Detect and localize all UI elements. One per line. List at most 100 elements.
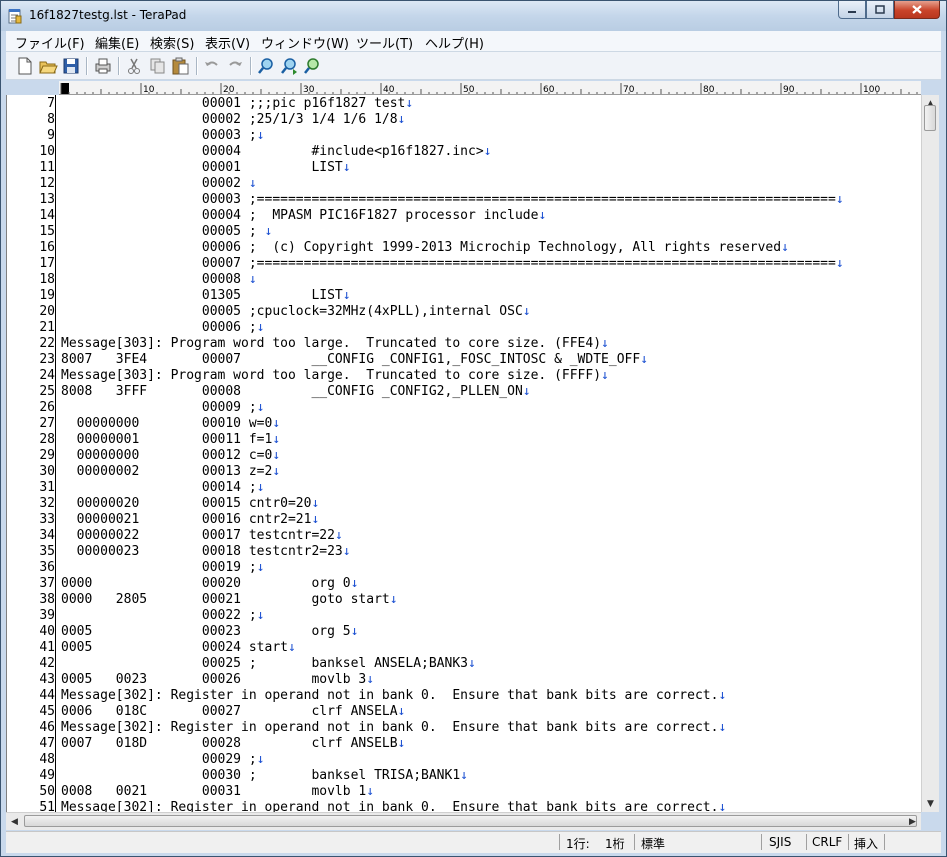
newline-mark: ↓ — [256, 480, 265, 495]
undo-icon[interactable] — [202, 56, 222, 76]
editor-line[interactable]: 31 00014 ;↓ — [7, 480, 921, 496]
vertical-scroll-thumb[interactable] — [924, 105, 936, 131]
editor-line[interactable]: 7 00001 ;;;pic p16f1827 test↓ — [7, 96, 921, 112]
open-folder-icon[interactable] — [38, 56, 58, 76]
editor-line[interactable]: 38 0000 2805 00021 goto start↓ — [7, 592, 921, 608]
editor-line[interactable]: 21 00006 ;↓ — [7, 320, 921, 336]
scroll-left-icon[interactable]: ◀ — [6, 813, 23, 830]
newline-mark: ↓ — [334, 528, 343, 543]
editor-line[interactable]: 51 Message[302]: Register in operand not … — [7, 800, 921, 812]
toolbar-separator — [86, 57, 88, 75]
editor-line[interactable]: 28 00000001 00011 f=1↓ — [7, 432, 921, 448]
line-number: 34 — [39, 528, 55, 543]
editor-line[interactable]: 36 00019 ;↓ — [7, 560, 921, 576]
line-text: Message[302]: Register in operand not in… — [61, 720, 726, 736]
editor-line[interactable]: 27 00000000 00010 w=0↓ — [7, 416, 921, 432]
find-next-icon[interactable] — [279, 56, 299, 76]
editor-line[interactable]: 10 00004 #include<p16f1827.inc>↓ — [7, 144, 921, 160]
menu-edit[interactable]: 編集(E) — [95, 33, 139, 52]
ruler-label: 90 — [783, 85, 795, 95]
editor-line[interactable]: 23 8007 3FE4 00007 __CONFIG _CONFIG1,_FOS… — [7, 352, 921, 368]
horizontal-scroll-thumb[interactable] — [24, 815, 917, 827]
cut-icon[interactable] — [124, 56, 144, 76]
status-mode: 標準 — [641, 837, 666, 851]
newline-mark: ↓ — [718, 720, 727, 735]
save-icon[interactable] — [61, 56, 81, 76]
editor-line[interactable]: 49 00030 ; banksel TRISA;BANK1↓ — [7, 768, 921, 784]
newline-mark: ↓ — [350, 624, 359, 639]
line-content: 0000 00020 org 0 — [61, 576, 351, 591]
editor-line[interactable]: 30 00000002 00013 z=2↓ — [7, 464, 921, 480]
newline-mark: ↓ — [342, 160, 351, 175]
editor-line[interactable]: 13 00003 ;==============================… — [7, 192, 921, 208]
editor-line[interactable]: 12 00002 ↓ — [7, 176, 921, 192]
new-file-icon[interactable] — [15, 56, 35, 76]
newline-mark: ↓ — [342, 544, 351, 559]
editor-line[interactable]: 15 00005 ; ↓ — [7, 224, 921, 240]
menu-help[interactable]: ヘルプ(H) — [425, 33, 484, 52]
editor-line[interactable]: 35 00000023 00018 testcntr2=23↓ — [7, 544, 921, 560]
editor-line[interactable]: 32 00000020 00015 cntr0=20↓ — [7, 496, 921, 512]
line-number: 18 — [39, 272, 55, 287]
close-button[interactable] — [894, 1, 940, 19]
editor-line[interactable]: 43 0005 0023 00026 movlb 3↓ — [7, 672, 921, 688]
menu-file[interactable]: ファイル(F) — [15, 33, 85, 52]
editor-line[interactable]: 16 00006 ; (c) Copyright 1999-2013 Micro… — [7, 240, 921, 256]
print-icon[interactable] — [93, 56, 113, 76]
replace-icon[interactable] — [302, 56, 322, 76]
editor-line[interactable]: 33 00000021 00016 cntr2=21↓ — [7, 512, 921, 528]
line-number: 45 — [39, 704, 55, 719]
ruler-label: 40 — [383, 85, 395, 95]
editor-line[interactable]: 41 0005 00024 start↓ — [7, 640, 921, 656]
copy-icon[interactable] — [147, 56, 167, 76]
editor-line[interactable]: 48 00029 ;↓ — [7, 752, 921, 768]
editor-line[interactable]: 9 00003 ;↓ — [7, 128, 921, 144]
editor-line[interactable]: 50 0008 0021 00031 movlb 1↓ — [7, 784, 921, 800]
maximize-button[interactable] — [866, 1, 894, 19]
line-text: 00003 ;↓ — [61, 128, 265, 144]
newline-mark: ↓ — [835, 192, 844, 207]
scroll-down-icon[interactable]: ▼ — [922, 795, 939, 812]
editor-line[interactable]: 25 8008 3FFF 00008 __CONFIG _CONFIG2,_PLL… — [7, 384, 921, 400]
editor-line[interactable]: 46 Message[302]: Register in operand not … — [7, 720, 921, 736]
menu-search[interactable]: 検索(S) — [150, 33, 194, 52]
line-content: Message[302]: Register in operand not in… — [61, 688, 719, 703]
menu-bar: ファイル(F) 編集(E) 検索(S) 表示(V) ウィンドウ(W) ツール(T… — [6, 31, 941, 52]
line-content: Message[303]: Program word too large. Tr… — [61, 336, 602, 351]
editor-line[interactable]: 40 0005 00023 org 5↓ — [7, 624, 921, 640]
editor-line[interactable]: 20 00005 ;cpuclock=32MHz(4xPLL),internal… — [7, 304, 921, 320]
line-number: 12 — [39, 176, 55, 191]
text-editor[interactable]: 7 00001 ;;;pic p16f1827 test↓ 8 00002 ;25… — [6, 95, 921, 812]
paste-icon[interactable] — [170, 56, 190, 76]
editor-line[interactable]: 47 0007 018D 00028 clrf ANSELB↓ — [7, 736, 921, 752]
minimize-button[interactable] — [838, 1, 866, 19]
editor-line[interactable]: 19 01305 LIST↓ — [7, 288, 921, 304]
editor-line[interactable]: 37 0000 00020 org 0↓ — [7, 576, 921, 592]
editor-line[interactable]: 42 00025 ; banksel ANSELA;BANK3↓ — [7, 656, 921, 672]
editor-line[interactable]: 18 00008 ↓ — [7, 272, 921, 288]
ruler-label: 60 — [543, 85, 555, 95]
title-bar[interactable]: 16f1827testg.lst - TeraPad — [1, 1, 946, 31]
editor-line[interactable]: 17 00007 ;==============================… — [7, 256, 921, 272]
editor-line[interactable]: 39 00022 ;↓ — [7, 608, 921, 624]
editor-line[interactable]: 14 00004 ; MPASM PIC16F1827 processor in… — [7, 208, 921, 224]
vertical-scrollbar[interactable]: ▲ ▼ — [921, 95, 939, 812]
editor-line[interactable]: 11 00001 LIST↓ — [7, 160, 921, 176]
menu-window[interactable]: ウィンドウ(W) — [261, 33, 349, 52]
line-text: 00030 ; banksel TRISA;BANK1↓ — [61, 768, 468, 784]
horizontal-scrollbar[interactable]: ◀ ▶ — [6, 812, 921, 830]
editor-line[interactable]: 45 0006 018C 00027 clrf ANSELA↓ — [7, 704, 921, 720]
editor-line[interactable]: 24 Message[303]: Program word too large. … — [7, 368, 921, 384]
editor-line[interactable]: 34 00000022 00017 testcntr=22↓ — [7, 528, 921, 544]
menu-tools[interactable]: ツール(T) — [356, 33, 413, 52]
find-icon[interactable] — [256, 56, 276, 76]
scroll-right-icon[interactable]: ▶ — [904, 813, 921, 830]
editor-line[interactable]: 29 00000000 00012 c=0↓ — [7, 448, 921, 464]
editor-line[interactable]: 8 00002 ;25/1/3 1/4 1/6 1/8↓ — [7, 112, 921, 128]
editor-line[interactable]: 22 Message[303]: Program word too large. … — [7, 336, 921, 352]
editor-line[interactable]: 44 Message[302]: Register in operand not … — [7, 688, 921, 704]
redo-icon[interactable] — [225, 56, 245, 76]
menu-view[interactable]: 表示(V) — [205, 33, 250, 52]
line-content: 00003 ;=================================… — [61, 192, 836, 207]
editor-line[interactable]: 26 00009 ;↓ — [7, 400, 921, 416]
